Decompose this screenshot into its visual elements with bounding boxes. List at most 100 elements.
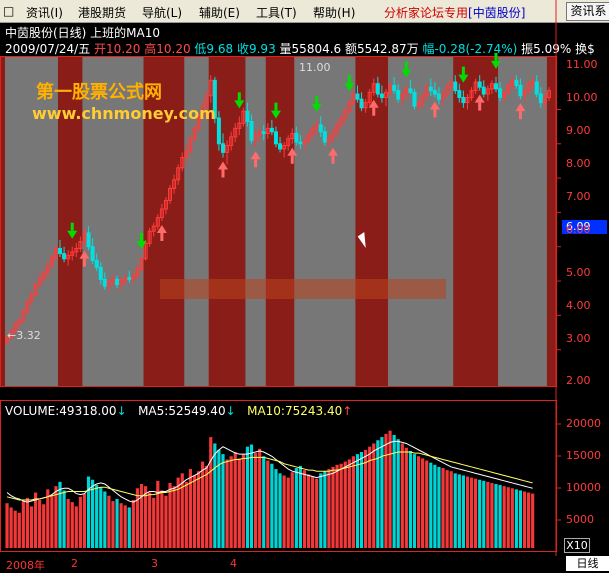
candle-body-72 [298, 141, 303, 145]
volume-bar-8 [38, 500, 42, 548]
volume-axis-label-5000: 5000 [566, 513, 594, 526]
volume-bar-4 [21, 501, 25, 548]
volume-bar-83 [343, 461, 347, 548]
volume-bar-89 [368, 446, 372, 548]
candle-body-121 [498, 88, 503, 98]
volume-bar-121 [498, 485, 502, 548]
volume-bar-72 [298, 465, 303, 548]
candle-body-71 [294, 132, 299, 143]
volume-multiplier: X10 [564, 538, 590, 553]
volume-bar-66 [274, 469, 278, 548]
buy-signal-stem-5 [237, 92, 241, 101]
volume-axis-label-20000: 20000 [566, 417, 601, 430]
volume-bar-9 [42, 504, 46, 548]
volume-bar-92 [380, 437, 384, 548]
daily-tab[interactable]: 日线 [566, 556, 609, 571]
volume-bar-20 [86, 476, 91, 548]
volume-bar-16 [70, 502, 74, 548]
volume-bar-54 [225, 459, 229, 548]
price-panel-shade-3 [245, 56, 266, 386]
price-panel-shade-4 [294, 56, 356, 386]
volume-bar-42 [176, 477, 180, 548]
sell-signal-stem-12 [372, 107, 376, 116]
volume-bar-80 [331, 466, 335, 548]
volume-bar-3 [17, 512, 21, 548]
candle-body-21 [90, 246, 95, 261]
candle-body-125 [514, 79, 519, 86]
sell-signal-stem-4 [221, 169, 225, 178]
volume-bar-58 [241, 454, 245, 548]
candle-body-91 [375, 83, 380, 95]
candle-body-14 [62, 253, 67, 260]
candle-body-20 [86, 232, 91, 248]
candle-body-65 [269, 127, 274, 133]
volume-bar-96 [396, 439, 400, 548]
volume-bar-37 [156, 480, 160, 548]
volume-bar-111 [457, 474, 461, 548]
volume-bar-25 [107, 495, 111, 548]
volume-bar-11 [50, 495, 54, 548]
volume-bar-78 [323, 471, 327, 548]
candle-body-22 [94, 259, 99, 268]
buy-signal-stem-9 [315, 95, 319, 104]
volume-bar-99 [408, 450, 413, 548]
volume-bar-46 [192, 475, 197, 548]
volume-bar-13 [58, 481, 62, 548]
price-axis-label-2: 2.00 [566, 374, 591, 387]
volume-bar-24 [103, 491, 107, 548]
volume-bar-49 [205, 465, 209, 548]
volume-bar-68 [282, 475, 286, 548]
volume-bar-116 [478, 479, 482, 548]
x-axis-label-3: 3 [151, 557, 158, 570]
volume-bar-2 [13, 510, 17, 548]
volume-bar-55 [229, 456, 233, 548]
watermark-title: 第一股票公式网 [36, 82, 162, 103]
volume-bar-75 [311, 476, 315, 548]
x-axis-label-4: 4 [230, 557, 237, 570]
volume-bar-50 [209, 437, 213, 548]
candle-body-66 [273, 131, 278, 145]
volume-bar-97 [400, 443, 404, 548]
sell-signal-stem-8 [290, 155, 294, 164]
volume-bar-41 [172, 486, 176, 548]
volume-bar-29 [123, 505, 127, 548]
candle-body-23 [98, 266, 103, 280]
volume-bar-38 [160, 490, 164, 548]
volume-bar-57 [237, 458, 241, 548]
volume-bar-94 [388, 430, 392, 548]
volume-bar-48 [201, 461, 205, 548]
volume-bar-107 [441, 468, 445, 548]
watermark-url: www.chnmoney.com [32, 104, 216, 123]
volume-bar-62 [258, 448, 262, 548]
price-axis-label-5: 5.00 [566, 266, 591, 279]
volume-axis-label-15000: 15000 [566, 449, 601, 462]
volume-bar-6 [29, 506, 34, 548]
volume-bar-31 [131, 500, 135, 548]
volume-bar-125 [514, 489, 518, 548]
bottom-axis-bar [0, 556, 609, 571]
volume-bar-109 [449, 471, 453, 548]
volume-bar-82 [339, 463, 343, 548]
volume-bar-44 [184, 481, 188, 548]
candle-body-92 [379, 93, 384, 98]
volume-bar-33 [139, 484, 144, 548]
buy-signal-stem-11 [347, 75, 351, 84]
candle-body-106 [436, 93, 441, 100]
volume-bar-112 [461, 475, 465, 548]
sell-signal-stem-16 [478, 102, 482, 111]
volume-bar-122 [502, 486, 506, 548]
price-axis-label-6: 6.00 [566, 223, 591, 236]
volume-bar-60 [249, 444, 254, 548]
candle-body-117 [481, 86, 486, 95]
volume-bar-1 [9, 507, 13, 548]
volume-bar-43 [180, 473, 184, 548]
volume-bar-59 [245, 446, 250, 548]
price-panel-shade-6 [498, 56, 547, 386]
candle-body-78 [322, 131, 327, 143]
candle-body-95 [392, 84, 397, 92]
x-axis-label-2: 2 [71, 557, 78, 570]
candle-body-86 [355, 93, 360, 100]
volume-bar-119 [490, 482, 494, 548]
volume-bar-30 [127, 507, 131, 548]
volume-bar-123 [506, 487, 510, 548]
